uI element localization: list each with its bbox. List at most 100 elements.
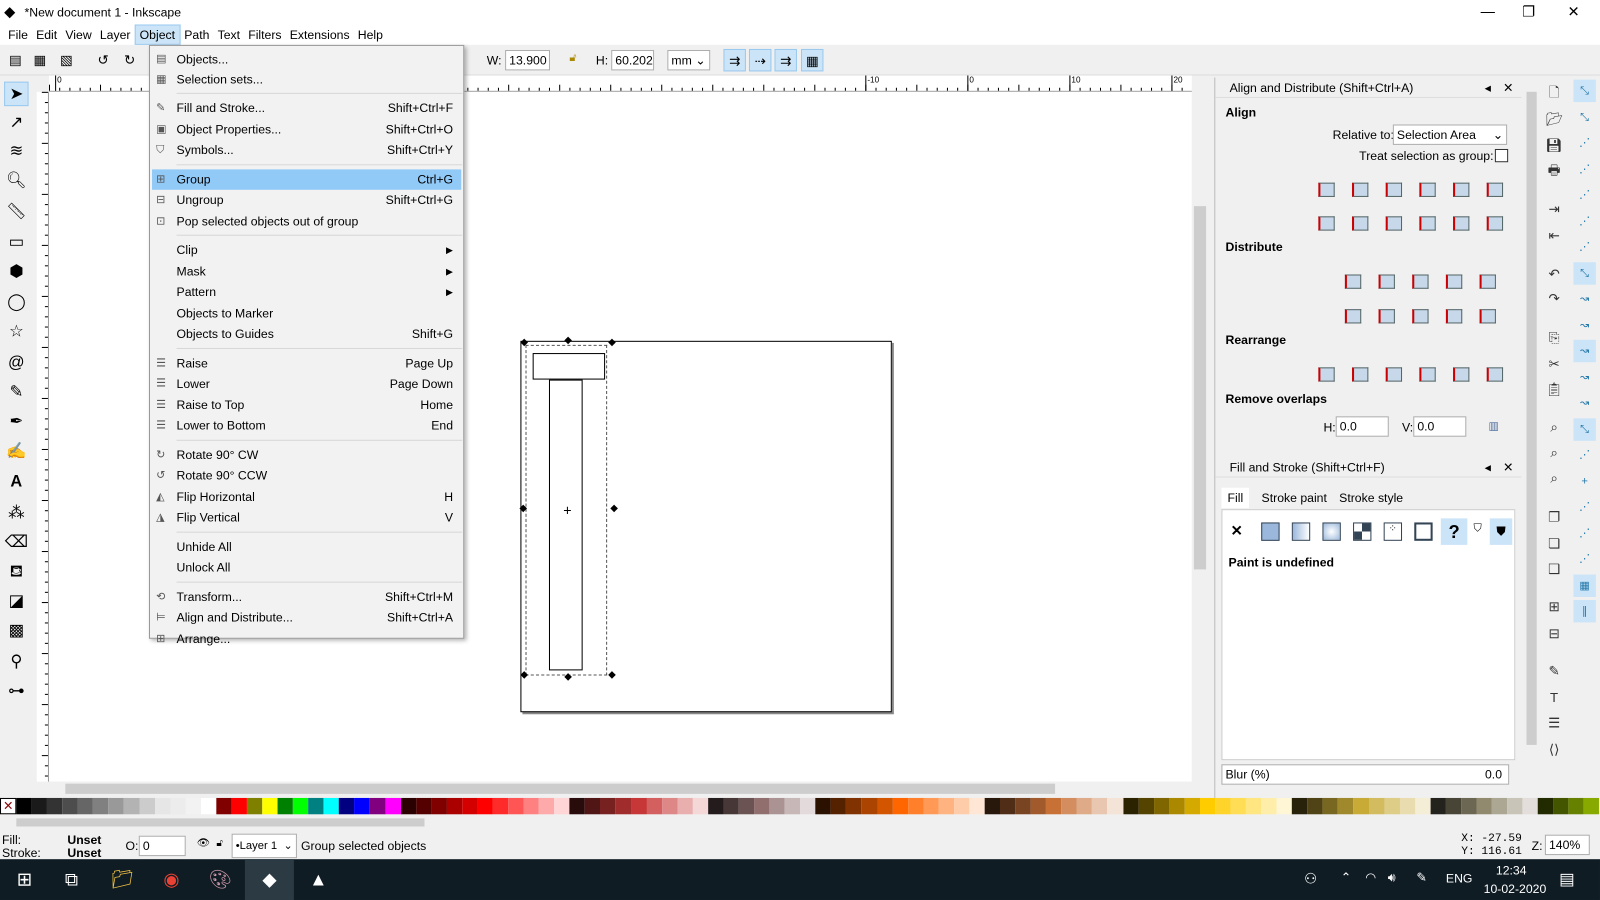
palette-swatch[interactable]: [1476, 797, 1492, 815]
palette-swatch[interactable]: [1261, 797, 1277, 815]
palette-scrollbar[interactable]: [16, 818, 425, 827]
snap-toggle-icon[interactable]: ⋰: [1573, 158, 1595, 180]
palette-swatch[interactable]: [1138, 797, 1154, 815]
rearrange-button-icon[interactable]: [1347, 366, 1374, 390]
menu-item-raise-to-top[interactable]: ☰ Raise to Top Home: [152, 394, 461, 414]
snap-toggle-icon[interactable]: ▦: [1573, 573, 1596, 597]
swatch-icon[interactable]: [1414, 522, 1433, 541]
layer-select[interactable]: •Layer 1 ⌄: [231, 833, 297, 859]
snap-toggle-icon[interactable]: ↝: [1573, 339, 1596, 363]
palette-swatch[interactable]: [369, 797, 386, 815]
menu-item-flip-horizontal[interactable]: ◭ Flip Horizontal H: [152, 486, 461, 506]
palette-swatch[interactable]: [907, 797, 924, 815]
align-button-icon[interactable]: [1313, 182, 1340, 206]
menu-extensions[interactable]: Extensions: [286, 26, 354, 44]
snap-toggle-icon[interactable]: ⋰: [1573, 522, 1595, 544]
palette-swatch[interactable]: [446, 797, 463, 815]
text-tool-icon[interactable]: A: [4, 470, 28, 494]
scale-handle-l[interactable]: ◆: [519, 503, 527, 514]
palette-swatch[interactable]: [569, 797, 586, 815]
palette-swatch[interactable]: [754, 797, 770, 815]
height-input[interactable]: 60.202: [611, 49, 655, 71]
rotation-center-icon[interactable]: +: [563, 502, 571, 518]
zoom-input[interactable]: 140%: [1544, 834, 1590, 856]
scale-handle-t[interactable]: ◆: [564, 335, 572, 346]
palette-swatch[interactable]: [1292, 797, 1308, 815]
menu-item-align-and-distribute[interactable]: ⊨ Align and Distribute... Shift+Ctrl+A: [152, 607, 461, 627]
scroll-thumb[interactable]: [1526, 91, 1537, 745]
treat-group-checkbox[interactable]: [1494, 148, 1509, 163]
palette-swatch[interactable]: [692, 797, 708, 815]
overlap-h-input[interactable]: 0.0: [1335, 416, 1389, 437]
palette-swatch[interactable]: [1445, 797, 1462, 815]
menu-layer[interactable]: Layer: [96, 26, 135, 44]
collapse-icon[interactable]: ◂: [1485, 457, 1491, 477]
palette-swatch[interactable]: [707, 797, 724, 815]
menu-item-objects-to-marker[interactable]: Objects to Marker: [152, 303, 461, 323]
align-button-icon[interactable]: [1482, 215, 1509, 239]
zoom-selection-icon[interactable]: ⌕: [1543, 416, 1565, 438]
rearrange-button-icon[interactable]: [1448, 366, 1475, 390]
menu-view[interactable]: View: [61, 26, 95, 44]
menu-file[interactable]: File: [4, 26, 32, 44]
snap-toggle-icon[interactable]: ⋰: [1573, 184, 1595, 206]
gradient-tool-icon[interactable]: ◪: [4, 590, 28, 614]
zoom-drawing-icon[interactable]: ⌕: [1543, 442, 1565, 464]
relative-to-select[interactable]: Selection Area ⌄: [1392, 124, 1508, 145]
inkscape-taskbar-icon[interactable]: ◆: [244, 859, 294, 900]
wifi-icon[interactable]: ◠: [1365, 870, 1376, 884]
tab-stroke-paint[interactable]: Stroke paint: [1262, 491, 1327, 505]
palette-swatch[interactable]: [815, 797, 831, 815]
align-button-icon[interactable]: [1448, 182, 1475, 206]
palette-swatch[interactable]: [1307, 797, 1323, 815]
align-button-icon[interactable]: [1347, 215, 1374, 239]
palette-swatch[interactable]: [1107, 797, 1123, 815]
distribute-button-icon[interactable]: [1474, 273, 1501, 297]
rectangle-bar[interactable]: [548, 379, 583, 671]
palette-swatch[interactable]: [877, 797, 893, 815]
snap-toggle-icon[interactable]: ⋰: [1573, 236, 1595, 258]
dock-scrollbar[interactable]: [1524, 77, 1539, 794]
no-color-swatch[interactable]: ✕: [0, 797, 17, 815]
tab-fill[interactable]: Fill: [1221, 487, 1250, 509]
palette-swatch[interactable]: [1184, 797, 1200, 815]
palette-swatch[interactable]: [292, 797, 309, 815]
flat-color-icon[interactable]: [1261, 522, 1280, 541]
import-icon[interactable]: ⇥: [1543, 198, 1565, 220]
palette-swatch[interactable]: [1030, 797, 1047, 815]
scale-stroke-icon[interactable]: ⇉: [723, 48, 746, 72]
menu-item-pattern[interactable]: Pattern ▶: [152, 282, 461, 302]
start-icon[interactable]: ⊞: [0, 859, 49, 900]
3d-box-tool-icon[interactable]: ⬢: [4, 260, 28, 284]
palette-swatch[interactable]: [185, 797, 201, 815]
selector-tool-icon[interactable]: ➤: [4, 81, 29, 107]
palette-swatch[interactable]: [1584, 797, 1600, 815]
palette-swatch[interactable]: [339, 797, 355, 815]
palette-swatch[interactable]: [1491, 797, 1508, 815]
distribute-button-icon[interactable]: [1407, 308, 1434, 332]
select-all-layers-icon[interactable]: ▦: [29, 49, 51, 71]
tweak-tool-icon[interactable]: ≋: [4, 140, 28, 164]
align-button-icon[interactable]: [1313, 215, 1340, 239]
align-button-icon[interactable]: [1347, 182, 1374, 206]
palette-swatch[interactable]: [431, 797, 447, 815]
palette-swatch[interactable]: [661, 797, 678, 815]
palette-swatch[interactable]: [477, 797, 493, 815]
pen-icon[interactable]: ✎: [1416, 870, 1426, 884]
menu-edit[interactable]: Edit: [32, 26, 61, 44]
chrome-icon[interactable]: ◉: [147, 859, 196, 900]
unlink-clone-icon[interactable]: ❑: [1543, 558, 1565, 580]
distribute-button-icon[interactable]: [1441, 308, 1468, 332]
close-panel-icon[interactable]: ✕: [1503, 78, 1513, 98]
menu-item-mask[interactable]: Mask ▶: [152, 261, 461, 281]
rectangle-top[interactable]: [532, 353, 606, 380]
rotate-cw-icon[interactable]: ↻: [118, 49, 140, 71]
align-button-icon[interactable]: [1482, 182, 1509, 206]
snap-toggle-icon[interactable]: ⤡: [1573, 79, 1596, 103]
palette-swatch[interactable]: [999, 797, 1016, 815]
spray-tool-icon[interactable]: ⁂: [4, 501, 28, 525]
palette-swatch[interactable]: [769, 797, 785, 815]
select-all-icon[interactable]: ▤: [4, 49, 26, 71]
group-icon[interactable]: ⊞: [1543, 596, 1565, 618]
zoom-tool-icon[interactable]: 🔍︎: [4, 169, 28, 193]
